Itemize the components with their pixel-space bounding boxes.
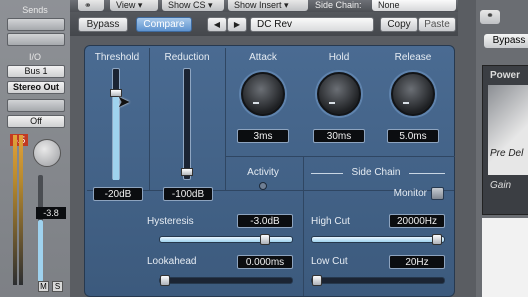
mouse-cursor-icon: ➤ xyxy=(117,94,131,111)
fader-value-display: -3.8 xyxy=(36,207,66,219)
view-menu[interactable]: View ▾ xyxy=(110,0,158,11)
release-label: Release xyxy=(394,52,432,63)
mute-button[interactable]: M xyxy=(38,281,49,292)
release-knob[interactable] xyxy=(391,72,435,116)
low-cut-label: Low Cut xyxy=(311,256,348,267)
level-meter-left xyxy=(13,135,17,285)
lookahead-label: Lookahead xyxy=(147,256,197,267)
io-label: I/O xyxy=(28,52,41,62)
link-button[interactable]: ⚭ xyxy=(480,10,500,24)
send-slot-2[interactable] xyxy=(7,33,65,46)
volume-fader-fill xyxy=(38,220,43,282)
preset-select[interactable]: DC Rev xyxy=(250,17,374,32)
adjacent-plugin-window: ⚭ Bypass Power Pre Del Gain xyxy=(476,0,528,297)
knob-pointer xyxy=(403,102,409,104)
knob-pointer xyxy=(253,102,259,104)
reduction-label: Reduction xyxy=(164,52,210,63)
divider xyxy=(149,48,150,190)
bypass-button[interactable]: Bypass xyxy=(484,34,528,48)
attack-knob[interactable] xyxy=(241,72,285,116)
next-preset-button[interactable]: ▶ xyxy=(227,17,247,32)
show-cs-menu[interactable]: Show CS ▾ xyxy=(162,0,224,11)
reverb-title: Power xyxy=(490,70,521,81)
sends-label: Sends xyxy=(22,5,48,15)
knob-pointer xyxy=(329,102,335,104)
reverb-display xyxy=(488,85,528,175)
link-icon: ⚭ xyxy=(486,10,494,20)
attack-value[interactable]: 3ms xyxy=(237,129,289,143)
attack-label: Attack xyxy=(249,52,277,63)
slider-handle[interactable] xyxy=(432,234,442,245)
brand-logo xyxy=(482,218,528,297)
chevron-down-icon: ▾ xyxy=(284,0,289,10)
low-cut-slider[interactable] xyxy=(311,275,445,286)
bypass-button[interactable]: Bypass xyxy=(78,17,128,32)
high-cut-value[interactable]: 20000Hz xyxy=(389,214,445,228)
hysteresis-slider[interactable] xyxy=(159,234,293,245)
monitor-label: Monitor xyxy=(393,188,427,199)
copy-button[interactable]: Copy xyxy=(380,17,418,32)
high-cut-slider[interactable] xyxy=(311,234,445,245)
slider-handle[interactable] xyxy=(260,234,270,245)
chevron-down-icon: ▾ xyxy=(137,0,143,10)
divider xyxy=(225,156,455,157)
slider-handle[interactable] xyxy=(160,275,170,286)
hysteresis-label: Hysteresis xyxy=(147,216,194,227)
divider xyxy=(225,48,226,190)
reduction-slider[interactable] xyxy=(183,68,191,180)
noise-gate-panel: Threshold -20dB Reduction -100dB Attack … xyxy=(84,45,455,297)
input-slot[interactable]: Bus 1 xyxy=(7,65,65,78)
hysteresis-value[interactable]: -3.0dB xyxy=(237,214,293,228)
gain-label: Gain xyxy=(490,180,512,191)
channel-strip: Sends I/O Bus 1 Stereo Out Off 5.5 -3.8 … xyxy=(0,0,70,297)
paste-button[interactable]: Paste xyxy=(418,17,456,32)
pan-knob[interactable] xyxy=(33,139,61,167)
hold-label: Hold xyxy=(328,52,350,63)
solo-button[interactable]: S xyxy=(52,281,63,292)
lookahead-slider[interactable] xyxy=(159,275,293,286)
monitor-checkbox[interactable] xyxy=(431,187,444,200)
lookahead-value[interactable]: 0.000ms xyxy=(237,255,293,269)
reduction-value[interactable]: -100dB xyxy=(163,187,213,201)
activity-led xyxy=(259,182,267,190)
side-chain-title: Side Chain xyxy=(351,167,401,178)
hold-knob[interactable] xyxy=(317,72,361,116)
side-chain-select[interactable]: None xyxy=(372,0,456,11)
hold-value[interactable]: 30ms xyxy=(313,129,365,143)
automation-mode[interactable]: Off xyxy=(7,115,65,128)
divider xyxy=(303,156,304,296)
prev-preset-button[interactable]: ◀ xyxy=(207,17,227,32)
reduction-handle[interactable] xyxy=(181,168,193,176)
divider xyxy=(409,173,445,174)
threshold-label: Threshold xyxy=(94,52,140,63)
send-slot-1[interactable] xyxy=(7,18,65,31)
output-slot[interactable]: Stereo Out xyxy=(7,81,65,94)
divider xyxy=(311,173,343,174)
level-meter-right xyxy=(19,135,23,285)
compare-button[interactable]: Compare xyxy=(136,17,192,32)
link-button[interactable]: ⚭ xyxy=(78,0,104,11)
side-chain-label: Side Chain: xyxy=(315,0,362,10)
threshold-value[interactable]: -20dB xyxy=(93,187,143,201)
show-insert-menu[interactable]: Show Insert ▾ xyxy=(228,0,308,11)
chevron-down-icon: ▾ xyxy=(208,0,213,10)
insert-slot[interactable] xyxy=(7,99,65,112)
activity-label: Activity xyxy=(247,167,279,178)
release-value[interactable]: 5.0ms xyxy=(387,129,439,143)
link-icon: ⚭ xyxy=(84,0,92,10)
low-cut-value[interactable]: 20Hz xyxy=(389,255,445,269)
high-cut-label: High Cut xyxy=(311,216,350,227)
pre-delay-label: Pre Del xyxy=(490,148,524,159)
slider-handle[interactable] xyxy=(312,275,322,286)
